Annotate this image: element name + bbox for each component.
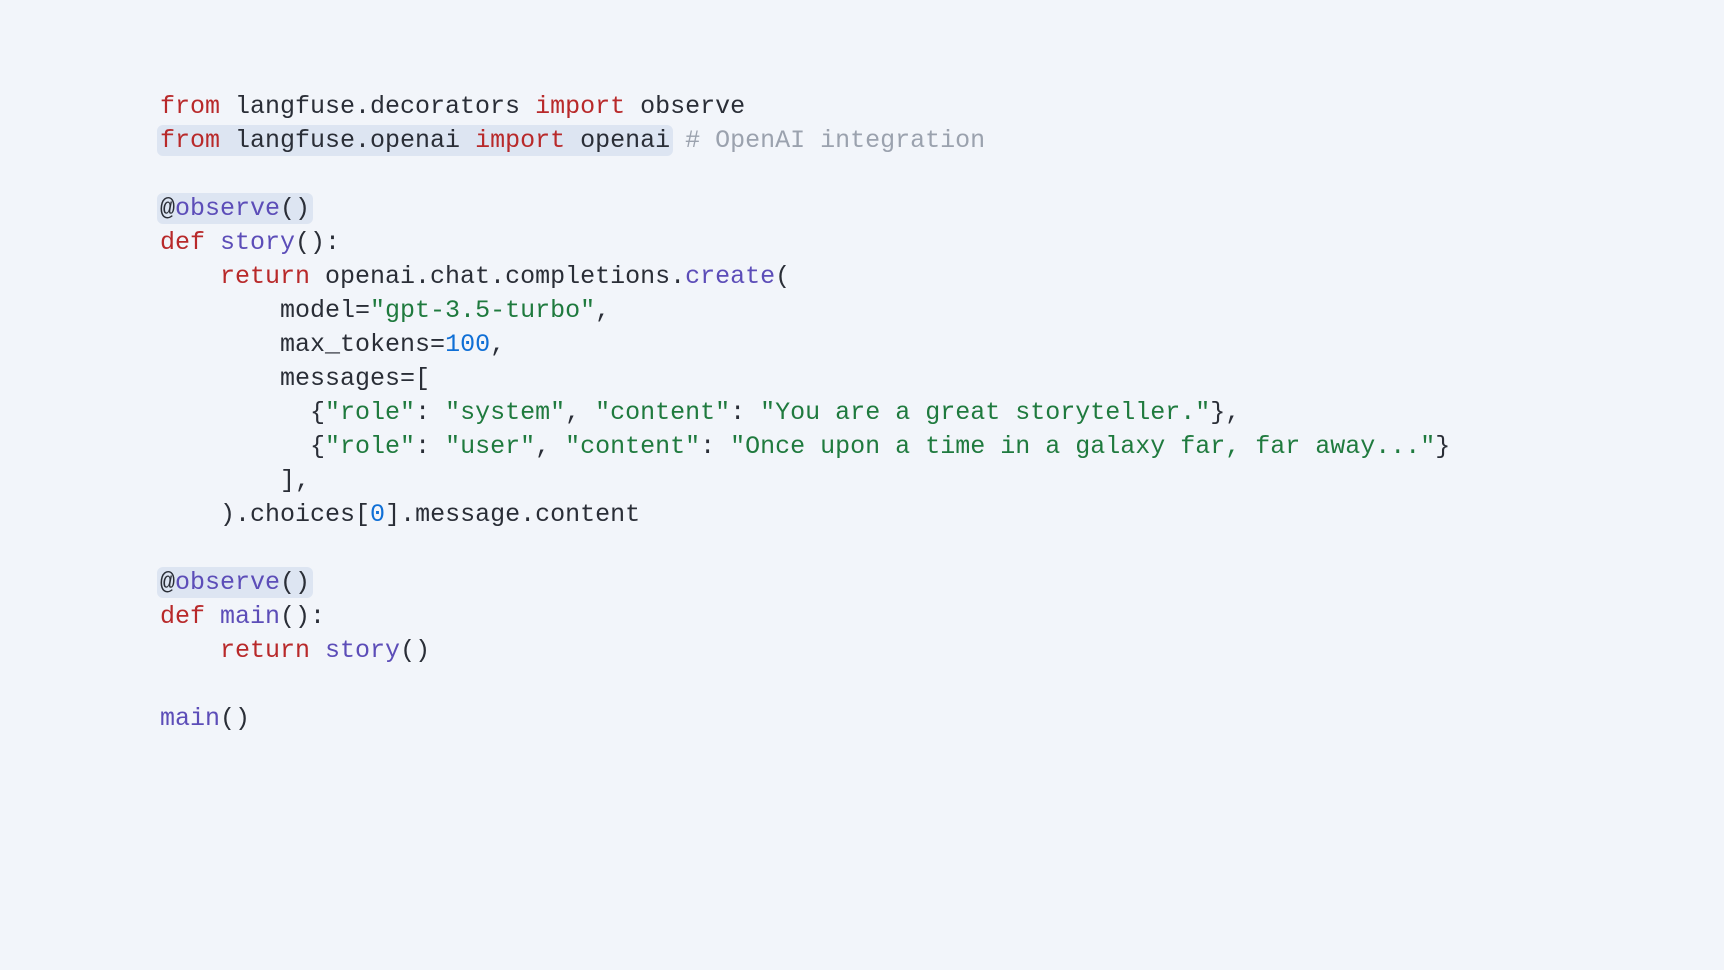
colon: :: [700, 432, 730, 461]
brace-open: {: [310, 432, 325, 461]
dict-key: "content": [595, 398, 730, 427]
call-name: story: [325, 636, 400, 665]
indent: [160, 330, 280, 359]
code-line-4: @observe(): [160, 194, 310, 223]
code-line-13: ).choices[0].message.content: [160, 500, 640, 529]
decorator-observe: @observe(): [157, 193, 313, 224]
parens: (): [400, 636, 430, 665]
indent: [160, 500, 220, 529]
dict-val: "You are a great storyteller.": [760, 398, 1210, 427]
decorator-name: observe: [175, 194, 280, 223]
code-line-16: def main():: [160, 602, 325, 631]
keyword-def: def: [160, 228, 205, 257]
keyword-import: import: [535, 92, 625, 121]
code-line-9: messages=[: [160, 364, 430, 393]
brace-open: {: [310, 398, 325, 427]
decorator-observe: @observe(): [157, 567, 313, 598]
parens: ():: [295, 228, 340, 257]
brace-close: }: [1435, 432, 1450, 461]
parens: (): [220, 704, 250, 733]
module-path: langfuse.openai: [220, 126, 475, 155]
decorator-at: @: [160, 568, 175, 597]
code-line-8: max_tokens=100,: [160, 330, 505, 359]
expr: ].message.content: [385, 500, 640, 529]
dict-val: "user": [445, 432, 535, 461]
indent: [160, 432, 310, 461]
space: [205, 602, 220, 631]
bracket-close: ],: [280, 466, 310, 495]
indent: [160, 398, 310, 427]
space: [310, 636, 325, 665]
keyword-import: import: [475, 126, 565, 155]
indent: [160, 636, 220, 665]
number-value: 100: [445, 330, 490, 359]
colon: :: [415, 398, 445, 427]
keyword-return: return: [220, 262, 310, 291]
code-line-7: model="gpt-3.5-turbo",: [160, 296, 610, 325]
import-name: observe: [625, 92, 745, 121]
keyword-def: def: [160, 602, 205, 631]
code-line-19: main(): [160, 704, 250, 733]
keyword-from: from: [160, 92, 220, 121]
indent: [160, 262, 220, 291]
dict-key: "role": [325, 432, 415, 461]
colon: :: [415, 432, 445, 461]
decorator-name: observe: [175, 568, 280, 597]
comma: ,: [535, 432, 565, 461]
code-line-5: def story():: [160, 228, 340, 257]
code-line-6: return openai.chat.completions.create(: [160, 262, 790, 291]
keyword-return: return: [220, 636, 310, 665]
module-path: langfuse.decorators: [220, 92, 535, 121]
comma: ,: [595, 296, 610, 325]
decorator-at: @: [160, 194, 175, 223]
brace-close: },: [1210, 398, 1240, 427]
dict-key: "role": [325, 398, 415, 427]
decorator-parens: (): [280, 568, 310, 597]
function-name: story: [220, 228, 295, 257]
comma: ,: [565, 398, 595, 427]
import-name: openai: [565, 126, 670, 155]
code-line-10: {"role": "system", "content": "You are a…: [160, 398, 1240, 427]
code-line-2: from langfuse.openai import openai # Ope…: [160, 126, 985, 155]
code-line-11: {"role": "user", "content": "Once upon a…: [160, 432, 1450, 461]
code-block: from langfuse.decorators import observe …: [0, 0, 1724, 826]
code-line-17: return story(): [160, 636, 430, 665]
dict-val: "system": [445, 398, 565, 427]
highlighted-import: from langfuse.openai import openai: [157, 125, 673, 156]
indent: [160, 364, 280, 393]
code-line-1: from langfuse.decorators import observe: [160, 92, 745, 121]
kwarg-key: model=: [280, 296, 370, 325]
function-name: main: [220, 602, 280, 631]
comma: ,: [490, 330, 505, 359]
space: [205, 228, 220, 257]
kwarg-key: max_tokens=: [280, 330, 445, 359]
string-value: "gpt-3.5-turbo": [370, 296, 595, 325]
indent: [160, 296, 280, 325]
code-line-15: @observe(): [160, 568, 310, 597]
colon: :: [730, 398, 760, 427]
parens: ():: [280, 602, 325, 631]
kwarg-messages: messages=[: [280, 364, 430, 393]
dict-key: "content": [565, 432, 700, 461]
indent: [160, 466, 280, 495]
dict-val: "Once upon a time in a galaxy far, far a…: [730, 432, 1435, 461]
method-create: create: [685, 262, 775, 291]
call-name: main: [160, 704, 220, 733]
expr: openai.chat.completions.: [310, 262, 685, 291]
keyword-from: from: [160, 126, 220, 155]
open-paren: (: [775, 262, 790, 291]
decorator-parens: (): [280, 194, 310, 223]
code-line-12: ],: [160, 466, 310, 495]
comment: # OpenAI integration: [670, 126, 985, 155]
expr: ).choices[: [220, 500, 370, 529]
number-value: 0: [370, 500, 385, 529]
